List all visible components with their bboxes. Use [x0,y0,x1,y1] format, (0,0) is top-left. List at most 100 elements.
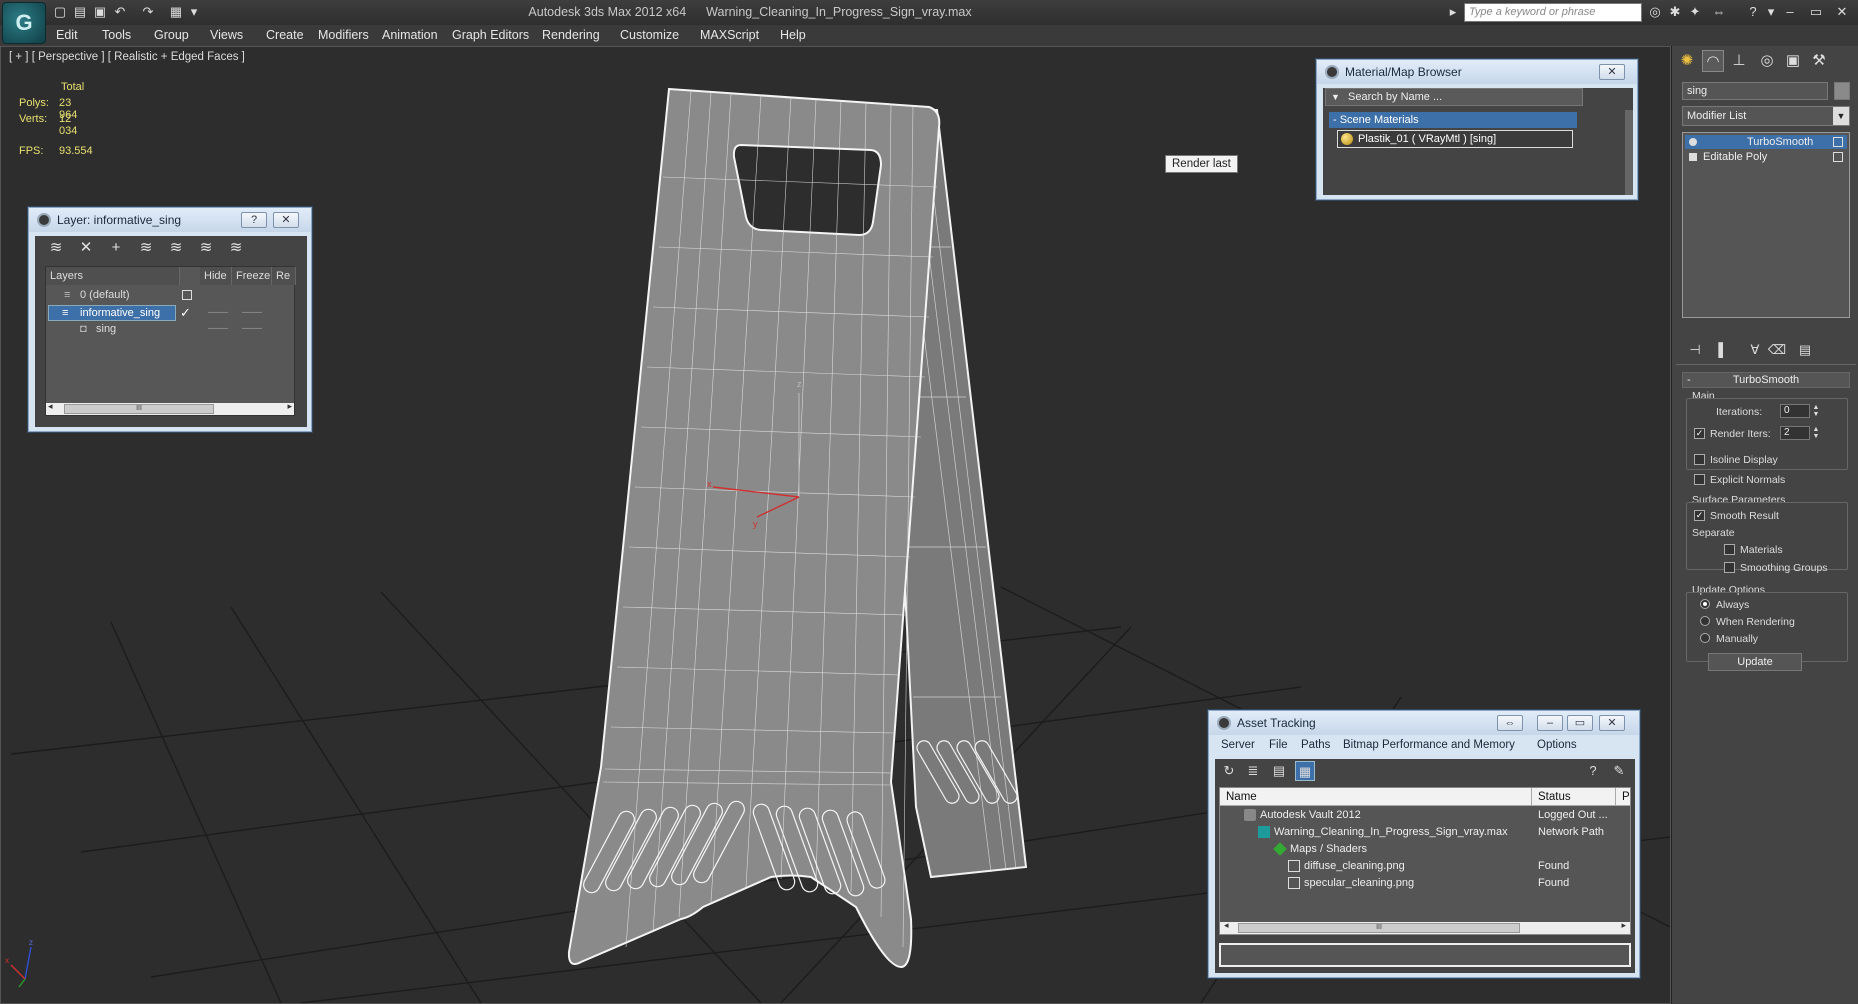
column-freeze[interactable]: Freeze [232,267,272,285]
table-row[interactable]: Autodesk Vault 2012 Logged Out ... [1220,807,1630,823]
motion-tab-icon[interactable]: ◎ [1756,50,1778,72]
configure-sets-icon[interactable]: ▤ [1794,340,1816,360]
smooth-result-checkbox[interactable]: ✓ [1694,510,1705,521]
delete-layer-icon[interactable]: ✕ [75,238,97,258]
column-layers[interactable]: Layers [46,267,180,285]
scroll-right-icon[interactable]: ▸ [287,401,292,412]
table-row[interactable]: Maps / Shaders [1220,841,1630,857]
menu-server[interactable]: Server [1221,739,1255,751]
freeze-toggle[interactable]: —— [242,305,262,321]
isoline-display-checkbox[interactable] [1694,454,1705,465]
scroll-left-icon[interactable]: ◂ [48,401,53,412]
render-iters-checkbox[interactable]: ✓ [1694,428,1705,439]
restore-icon[interactable]: ▭ [1804,3,1828,21]
pin-stack-icon[interactable]: ⊣ [1684,340,1706,360]
spinner-arrows-icon[interactable]: ▲ ▼ [1812,404,1820,418]
column-render[interactable]: Re [272,267,296,285]
thumbnail-view-icon[interactable]: ▤ [1269,761,1289,781]
scene-materials-group[interactable]: - Scene Materials [1329,112,1577,128]
menu-file[interactable]: File [1269,739,1288,751]
material-item[interactable]: Plastik_01 ( VRayMtl ) [sing] [1337,130,1573,148]
menu-customize[interactable]: Customize [620,28,679,42]
stack-item-editable-poly[interactable]: Editable Poly [1685,150,1847,164]
table-row[interactable]: diffuse_cleaning.png Found [1220,858,1630,874]
column-name[interactable]: Name [1220,788,1532,806]
menu-edit[interactable]: Edit [56,28,78,42]
freeze-all-layers-icon[interactable]: ≋ [225,238,247,258]
stack-item-turbosmooth[interactable]: TurboSmooth [1685,135,1847,149]
expand-icon[interactable] [1689,153,1697,161]
modifier-list-dropdown[interactable]: Modifier List ▼ [1682,106,1850,126]
search-input[interactable]: Type a keyword or phrase [1464,3,1642,22]
menu-options[interactable]: Options [1537,739,1577,751]
highlight-layer-icon[interactable]: ≋ [165,238,187,258]
play-arrow-icon[interactable]: ▸ [1444,4,1462,20]
horizontal-scrollbar[interactable]: ◂ III ▸ [46,401,294,415]
minimize-button[interactable]: – [1537,715,1563,731]
current-layer-checkbox[interactable] [182,290,192,300]
search-options-icon[interactable]: ▼ [1331,89,1340,105]
menu-views[interactable]: Views [210,28,243,42]
scroll-right-icon[interactable]: ▸ [1621,920,1626,931]
hide-all-layers-icon[interactable]: ≋ [195,238,217,258]
display-tab-icon[interactable]: ▣ [1782,50,1804,72]
column-hide[interactable]: Hide [200,267,232,285]
create-tab-icon[interactable]: ✺ [1676,50,1698,72]
turbosmooth-rollout[interactable]: - TurboSmooth [1682,372,1850,388]
communication-icon[interactable]: ✦ [1686,4,1704,20]
select-in-layer-icon[interactable]: ≋ [135,238,157,258]
column-status[interactable]: Status [1532,788,1616,806]
menu-group[interactable]: Group [154,28,189,42]
menu-help[interactable]: Help [780,28,806,42]
smoothing-groups-checkbox[interactable] [1724,562,1735,573]
scroll-thumb[interactable]: III [64,404,214,414]
scroll-left-icon[interactable]: ◂ [1224,920,1229,931]
binoculars-icon[interactable]: ◎ [1646,4,1664,20]
menu-maxscript[interactable]: MAXScript [700,28,759,42]
table-view-icon[interactable]: ▦ [1295,761,1315,781]
render-iters-spinner[interactable]: 2 [1780,426,1810,440]
layer-row-default[interactable]: ≡ 0 (default) [46,287,264,303]
show-end-result-icon[interactable]: ▌ [1712,340,1734,360]
make-unique-icon[interactable]: ∀ [1744,340,1766,360]
app-logo-icon[interactable]: G [2,2,46,44]
menu-paths[interactable]: Paths [1301,739,1330,751]
active-checkmark-icon[interactable]: ✓ [180,305,191,321]
list-view-icon[interactable]: ≣ [1243,761,1263,781]
always-radio[interactable] [1700,599,1710,609]
minimize-icon[interactable]: – [1778,3,1802,21]
iterations-spinner[interactable]: 0 [1780,404,1810,418]
hide-toggle[interactable]: —— [208,321,228,337]
when-rendering-radio[interactable] [1700,616,1710,626]
favorites-icon[interactable]: ⇔ [1710,4,1728,20]
menu-rendering[interactable]: Rendering [542,28,600,42]
material-browser-titlebar[interactable]: Material/Map Browser ✕ [1317,60,1637,84]
layer-row-sing[interactable]: ◘ sing —— —— [46,321,264,337]
scroll-thumb[interactable]: III [1238,923,1520,933]
table-row[interactable]: specular_cleaning.png Found [1220,875,1630,891]
update-button[interactable]: Update [1708,653,1802,671]
hierarchy-tab-icon[interactable]: ⊥ [1728,50,1750,72]
hide-toggle[interactable]: —— [208,305,228,321]
menu-tools[interactable]: Tools [102,28,131,42]
settings-icon[interactable]: ✎ [1609,761,1629,781]
maximize-button[interactable]: ▭ [1567,715,1593,731]
help-icon[interactable]: ? [1744,4,1762,20]
add-to-layer-icon[interactable]: + [105,238,127,258]
modify-tab-icon[interactable]: ◠ [1702,50,1724,72]
manually-radio[interactable] [1700,633,1710,643]
dock-button[interactable]: ⇔ [1497,715,1523,731]
menu-bitmap-performance[interactable]: Bitmap Performance and Memory [1343,739,1515,751]
horizontal-scrollbar[interactable]: ◂ III ▸ [1220,920,1630,934]
bulb-icon[interactable] [1689,138,1697,146]
materials-checkbox[interactable] [1724,544,1735,555]
refresh-icon[interactable]: ↻ [1219,761,1239,781]
menu-graph-editors[interactable]: Graph Editors [452,28,529,42]
object-name-input[interactable]: sing [1682,82,1828,100]
close-button[interactable]: ✕ [273,212,299,228]
help-button[interactable]: ? [241,212,267,228]
explicit-normals-checkbox[interactable] [1694,474,1705,485]
table-row[interactable]: Warning_Cleaning_In_Progress_Sign_vray.m… [1220,824,1630,840]
asset-tracking-titlebar[interactable]: Asset Tracking ⇔ – ▭ ✕ [1209,711,1639,735]
vertical-scrollbar[interactable] [1625,110,1633,195]
